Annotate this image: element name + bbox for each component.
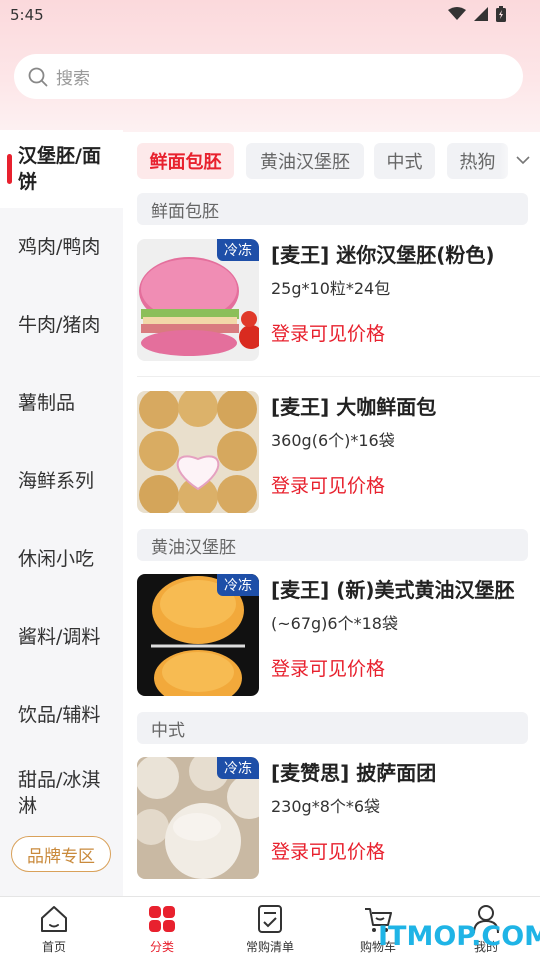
product-title: [麦赞思] 披萨面团 <box>271 761 437 785</box>
section-header: 鲜面包胚 <box>137 193 528 225</box>
sidebar-item-label: 饮品/辅料 <box>18 704 101 726</box>
sidebar-item-drinks[interactable]: 饮品/辅料 <box>0 676 123 754</box>
section-header: 黄油汉堡胚 <box>137 529 528 561</box>
product-price[interactable]: 登录可见价格 <box>271 837 385 864</box>
sidebar-item-burger-buns[interactable]: 汉堡胚/面饼 <box>0 130 123 208</box>
frozen-tag: 冷冻 <box>217 239 259 261</box>
product-spec: 230g*8个*6袋 <box>271 797 381 816</box>
nav-category[interactable]: 分类 <box>122 903 202 955</box>
sidebar-item-potato[interactable]: 薯制品 <box>0 364 123 442</box>
signal-icon <box>474 7 488 21</box>
chip-butter-buns[interactable]: 黄油汉堡胚 <box>246 143 364 179</box>
chip-chinese[interactable]: 中式 <box>374 143 435 179</box>
sidebar-item-sauces[interactable]: 酱料/调料 <box>0 598 123 676</box>
frozen-tag: 冷冻 <box>217 757 259 779</box>
nav-frequent-list[interactable]: 常购清单 <box>230 903 310 955</box>
sidebar-item-chicken-duck[interactable]: 鸡肉/鸭肉 <box>0 208 123 286</box>
product-card[interactable]: 冷冻 [麦赞思] 披萨面团 230g*8个*6袋 登录可见价格 <box>137 757 540 881</box>
sidebar-item-beef-pork[interactable]: 牛肉/猪肉 <box>0 286 123 364</box>
product-spec: 25g*10粒*24包 <box>271 279 391 298</box>
product-card[interactable]: [麦王] 大咖鲜面包 360g(6个)*16袋 登录可见价格 <box>137 391 540 515</box>
product-price[interactable]: 登录可见价格 <box>271 319 385 346</box>
search-input[interactable]: 搜索 <box>14 54 523 99</box>
product-image-butter-bun: 冷冻 <box>137 574 259 696</box>
product-price[interactable]: 登录可见价格 <box>271 654 385 681</box>
product-card[interactable]: 冷冻 [麦王] (新)美式黄油汉堡胚 (~67g)6个*18袋 登录可见价格 <box>137 574 540 698</box>
sidebar-item-label: 休闲小吃 <box>18 548 95 570</box>
battery-icon <box>496 6 506 22</box>
sidebar-item-desserts[interactable]: 甜品/冰淇淋 <box>0 754 123 832</box>
sidebar-item-label: 海鲜系列 <box>18 470 95 492</box>
status-time: 5:45 <box>10 6 44 24</box>
brand-zone-button[interactable]: 品牌专区 <box>11 836 111 872</box>
sidebar-item-snacks[interactable]: 休闲小吃 <box>0 520 123 598</box>
product-image-pink-burger: 冷冻 <box>137 239 259 361</box>
active-indicator <box>7 154 12 184</box>
product-title: [麦王] 大咖鲜面包 <box>271 395 437 419</box>
sidebar-item-label: 酱料/调料 <box>18 626 101 648</box>
section-header: 中式 <box>137 712 528 744</box>
status-icons <box>448 6 506 22</box>
category-sidebar: 汉堡胚/面饼 鸡肉/鸭肉 牛肉/猪肉 薯制品 海鲜系列 休闲小吃 酱料/调料 饮… <box>0 130 123 896</box>
product-image-pizza-dough: 冷冻 <box>137 757 259 879</box>
sidebar-item-label: 牛肉/猪肉 <box>18 314 101 336</box>
product-spec: (~67g)6个*18袋 <box>271 614 398 633</box>
sidebar-item-label: 甜品/冰淇淋 <box>18 769 101 817</box>
sidebar-item-label: 汉堡胚/面饼 <box>18 145 101 193</box>
chip-fresh-buns[interactable]: 鲜面包胚 <box>137 143 234 179</box>
wifi-icon <box>448 7 466 20</box>
product-card[interactable]: 冷冻 [麦王] 迷你汉堡胚(粉色) 25g*10粒*24包 登录可见价格 <box>137 239 540 363</box>
home-icon <box>41 906 67 932</box>
product-title: [麦王] 迷你汉堡胚(粉色) <box>271 243 495 267</box>
sidebar-item-label: 鸡肉/鸭肉 <box>18 236 101 258</box>
list-icon <box>258 905 282 933</box>
nav-label: 分类 <box>149 940 174 954</box>
frozen-tag: 冷冻 <box>217 574 259 596</box>
nav-label: 常购清单 <box>245 940 294 954</box>
divider <box>137 376 540 377</box>
sidebar-item-label: 薯制品 <box>18 392 76 414</box>
product-image-coffee-bread <box>137 391 259 513</box>
status-bar: 5:45 <box>0 0 540 32</box>
product-spec: 360g(6个)*16袋 <box>271 431 395 450</box>
watermark: ITMOP.COM <box>378 921 540 952</box>
chip-hotdog[interactable]: 热狗 <box>447 143 508 179</box>
category-icon <box>149 906 175 932</box>
product-title: [麦王] (新)美式黄油汉堡胚 <box>271 578 515 602</box>
chevron-down-icon[interactable] <box>515 154 531 166</box>
sidebar-item-seafood[interactable]: 海鲜系列 <box>0 442 123 520</box>
search-icon <box>28 67 48 86</box>
search-placeholder: 搜索 <box>56 69 90 89</box>
product-price[interactable]: 登录可见价格 <box>271 471 385 498</box>
nav-home[interactable]: 首页 <box>14 903 94 955</box>
subcategory-chips: 鲜面包胚 黄油汉堡胚 中式 热狗 <box>137 143 540 179</box>
nav-label: 首页 <box>41 940 66 954</box>
